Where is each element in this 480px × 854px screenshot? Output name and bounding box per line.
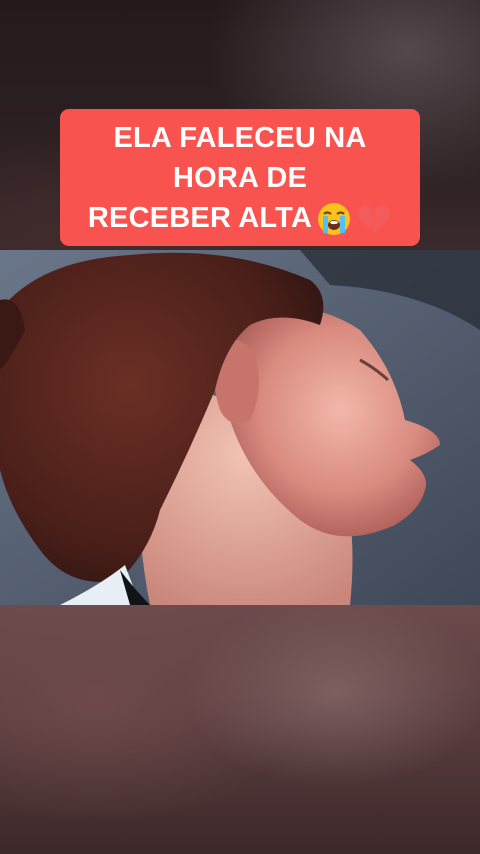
caption-box: ELA FALECEU NA HORA DE RECEBER ALTA — [60, 109, 420, 246]
caption-line-3: RECEBER ALTA — [87, 202, 313, 234]
caption-line-1: ELA FALECEU NA — [113, 122, 367, 154]
caption-line-2: HORA DE — [172, 162, 308, 194]
broken-heart-icon — [356, 201, 392, 237]
caption-line-3-row: RECEBER ALTA — [68, 198, 412, 238]
blurred-background-bottom — [0, 605, 480, 854]
video-frame[interactable] — [0, 250, 480, 605]
video-still-image — [0, 250, 480, 605]
loudly-crying-face-icon — [316, 201, 352, 237]
video-post-frame[interactable]: ELA FALECEU NA HORA DE RECEBER ALTA — [0, 0, 480, 854]
